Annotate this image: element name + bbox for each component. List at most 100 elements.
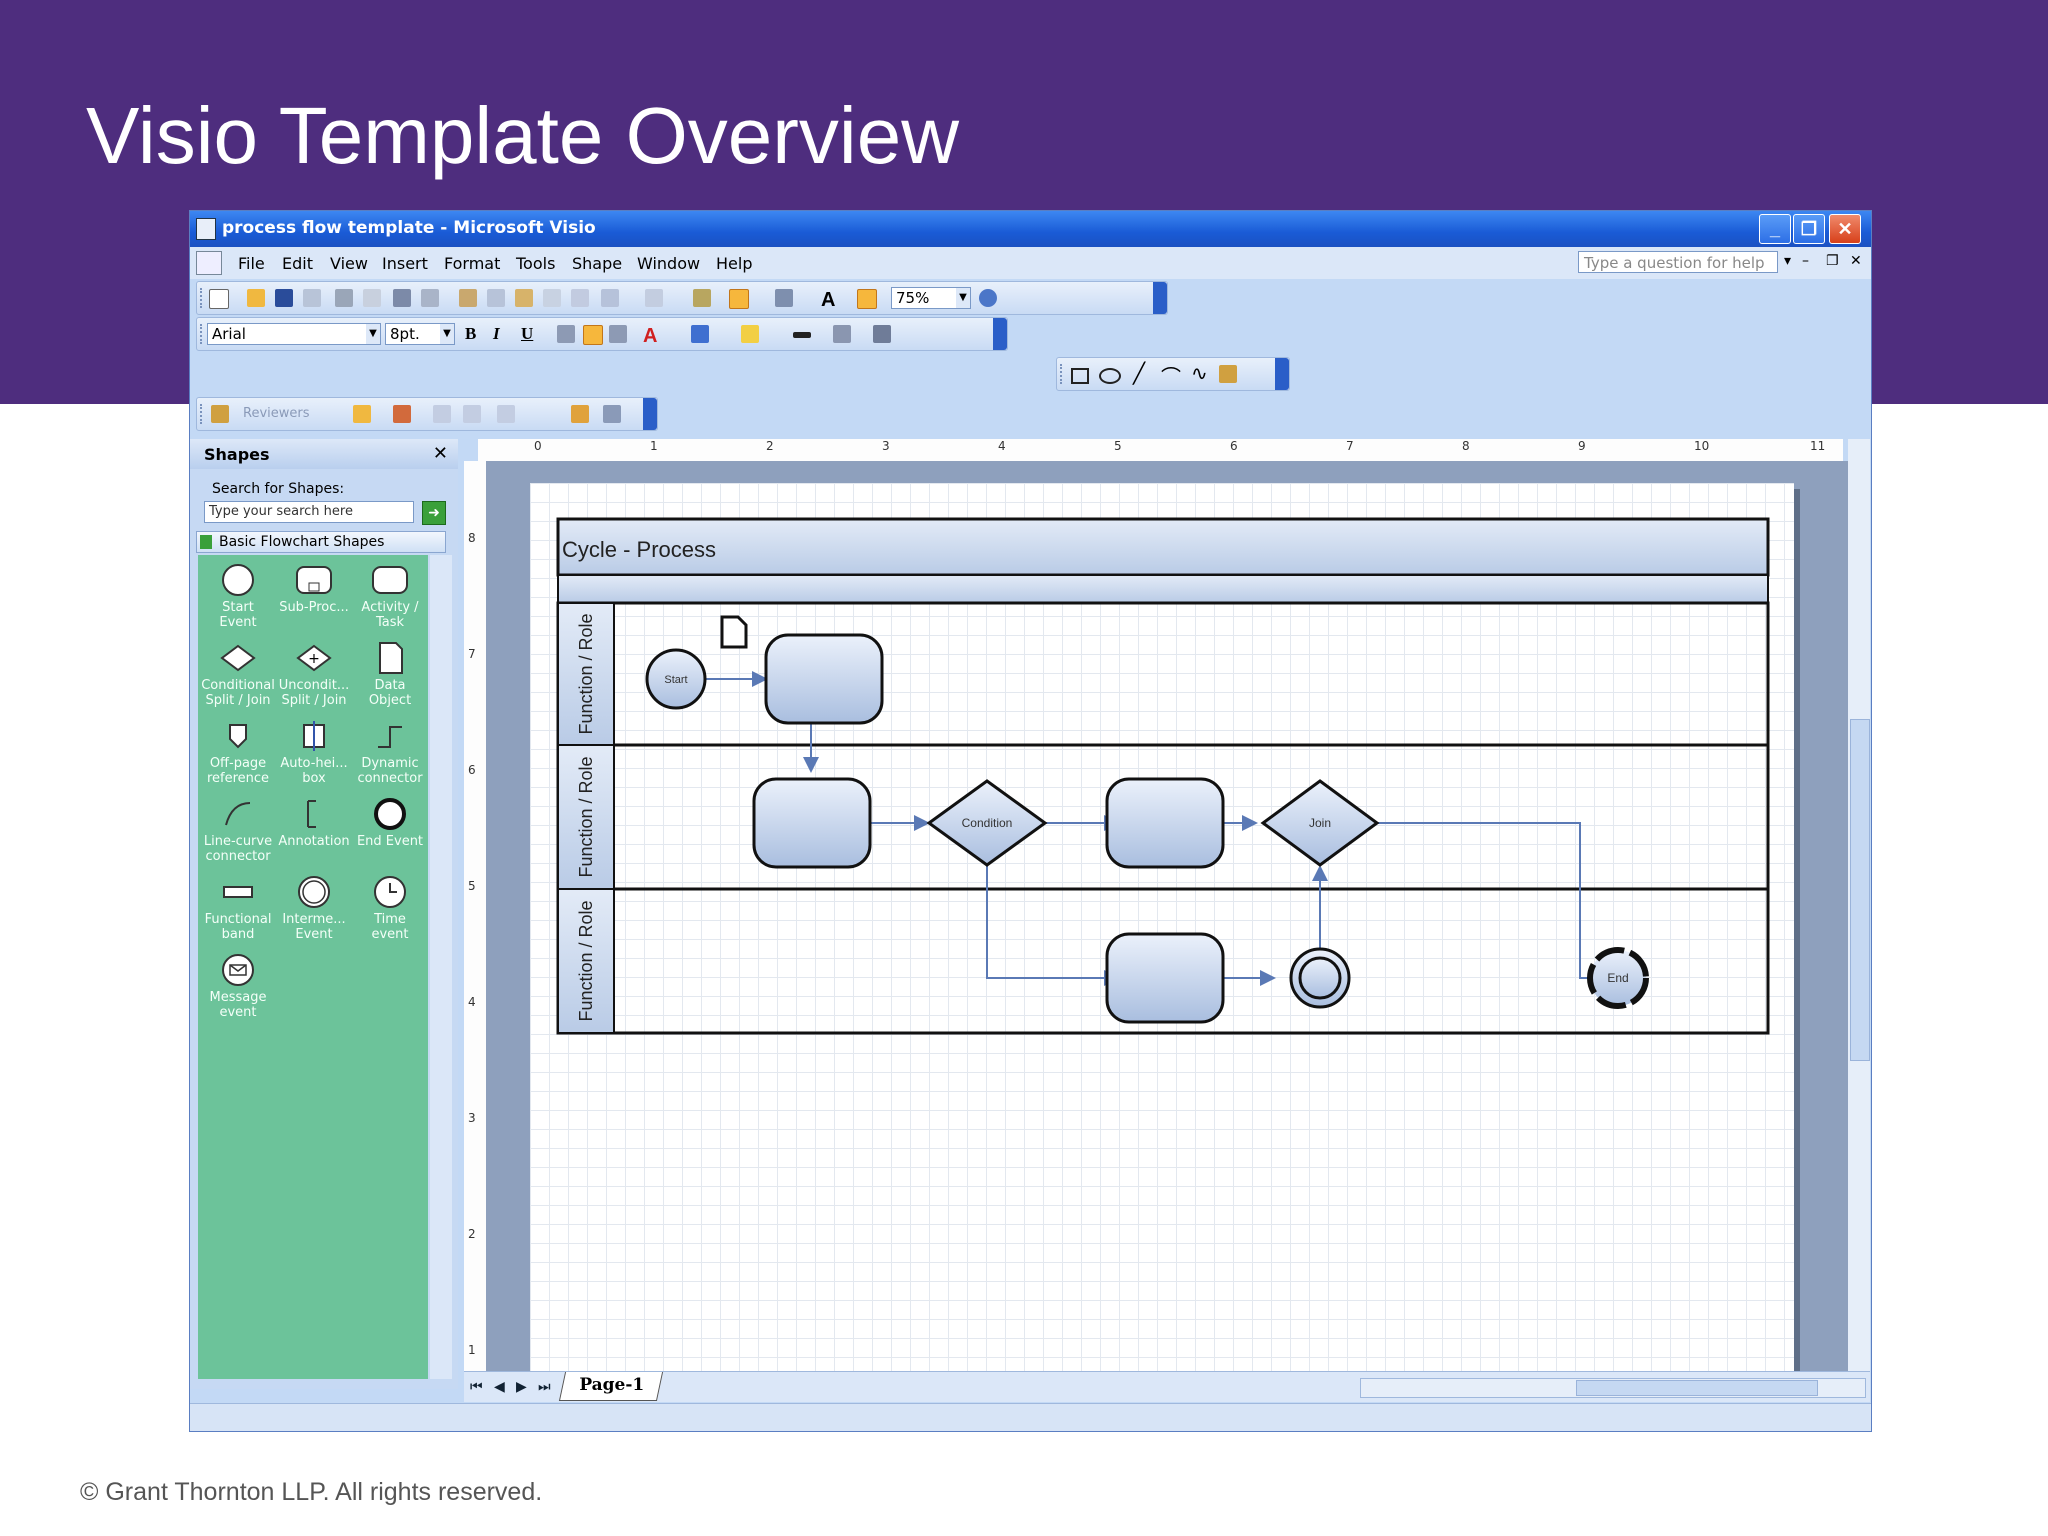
toolbar-options-icon[interactable]	[993, 318, 1007, 350]
master-line-curve-connector[interactable]: Line-curve connector	[198, 797, 278, 864]
master-end-event[interactable]: End Event	[350, 797, 430, 849]
line-ends-icon[interactable]	[873, 325, 891, 343]
toolbar-options-icon[interactable]	[1153, 282, 1167, 314]
menu-file[interactable]: File	[238, 254, 265, 273]
activity-task-shape[interactable]	[752, 777, 872, 869]
print-preview-icon[interactable]	[363, 289, 381, 307]
last-page-icon[interactable]: ⏭	[538, 1378, 551, 1395]
menu-shape[interactable]: Shape	[572, 254, 622, 273]
master-start-event[interactable]: Start Event	[198, 563, 278, 630]
cut-icon[interactable]	[459, 289, 477, 307]
master-time-event[interactable]: Time event	[350, 875, 430, 942]
doc-close-button[interactable]: ✕	[1850, 253, 1862, 269]
stencil-tab-basic-flowchart[interactable]: Basic Flowchart Shapes	[196, 531, 446, 553]
menu-tools[interactable]: Tools	[516, 254, 555, 273]
chevron-down-icon[interactable]: ▼	[366, 324, 380, 344]
bold-button[interactable]: B	[465, 324, 476, 344]
data-object-icon[interactable]	[720, 615, 748, 649]
title-bar[interactable]: process flow template - Microsoft Visio …	[190, 211, 1871, 247]
horizontal-ruler[interactable]: 0 1 2 3 4 5 6 7 8 9 10 11	[478, 439, 1843, 462]
ellipse-tool-icon[interactable]	[1099, 368, 1121, 384]
spelling-icon[interactable]	[393, 289, 411, 307]
master-dynamic-connector[interactable]: Dynamic connector	[350, 719, 430, 786]
master-off-page-reference[interactable]: Off-page reference	[198, 719, 278, 786]
align-center-icon[interactable]	[583, 325, 603, 345]
master-sub-process[interactable]: Sub-Proc...	[274, 563, 354, 615]
font-color-icon[interactable]: A	[643, 325, 661, 347]
menu-view[interactable]: View	[330, 254, 368, 273]
align-left-icon[interactable]	[557, 325, 575, 343]
line-tool-icon[interactable]: ╱	[1133, 361, 1151, 385]
activity-task-shape[interactable]	[1105, 932, 1225, 1024]
new-icon[interactable]	[209, 289, 229, 309]
connector-tool-icon[interactable]	[775, 289, 793, 307]
scroll-thumb[interactable]	[1850, 719, 1870, 1061]
markup-icon[interactable]	[211, 405, 229, 423]
toolbar-options-icon[interactable]	[643, 398, 657, 430]
diagram-header[interactable]	[556, 517, 1770, 577]
master-intermediate-event[interactable]: Interme... Event	[274, 875, 354, 942]
reviewing-pane-icon[interactable]	[603, 405, 621, 423]
redo-icon[interactable]	[645, 289, 663, 307]
insert-comment-icon[interactable]	[353, 405, 371, 423]
master-functional-band[interactable]: Functional band	[198, 875, 278, 942]
close-icon[interactable]: ✕	[433, 443, 448, 464]
master-data-object[interactable]: Data Object	[350, 641, 430, 708]
undo-icon[interactable]	[601, 289, 619, 307]
activity-task-shape[interactable]	[1105, 777, 1225, 869]
chevron-down-icon[interactable]: ▼	[440, 324, 454, 344]
menu-format[interactable]: Format	[444, 254, 500, 273]
document-icon[interactable]	[196, 251, 222, 275]
vertical-scrollbar[interactable]	[1848, 439, 1870, 1385]
doc-restore-button[interactable]: ❐	[1826, 253, 1839, 269]
reviewers-dropdown[interactable]: Reviewers	[243, 406, 310, 421]
hyperlink-icon[interactable]	[693, 289, 711, 307]
pencil-tool-icon[interactable]	[1219, 365, 1237, 383]
freeform-tool-icon[interactable]: ∿	[1191, 361, 1209, 385]
close-button[interactable]: ✕	[1829, 214, 1861, 244]
prev-page-icon[interactable]: ◀	[494, 1378, 505, 1395]
chevron-down-icon[interactable]: ▼	[956, 288, 970, 308]
arc-tool-icon[interactable]: ⌒	[1161, 361, 1181, 389]
delete-icon[interactable]	[543, 289, 561, 307]
research-icon[interactable]	[421, 289, 439, 307]
help-icon[interactable]	[979, 289, 997, 307]
master-conditional-split[interactable]: Conditional Split / Join	[198, 641, 278, 708]
text-tool-icon[interactable]: A	[821, 289, 839, 311]
master-auto-height-box[interactable]: Auto-hei... box	[274, 719, 354, 786]
open-icon[interactable]	[247, 289, 265, 307]
zoom-combo[interactable]: 75% ▼	[891, 287, 971, 309]
first-page-icon[interactable]: ⏮	[470, 1378, 483, 1395]
italic-button[interactable]: I	[493, 324, 500, 344]
print-icon[interactable]	[335, 289, 353, 307]
font-size-combo[interactable]: 8pt. ▼	[385, 323, 455, 345]
line-pattern-icon[interactable]	[833, 325, 851, 343]
page-tab[interactable]: Page-1	[558, 1372, 664, 1401]
toolbar-options-icon[interactable]	[1275, 358, 1289, 390]
copy-icon[interactable]	[487, 289, 505, 307]
horizontal-scrollbar[interactable]	[1360, 1378, 1866, 1398]
underline-button[interactable]: U	[521, 324, 533, 344]
vertical-ruler[interactable]: 8 7 6 5 4 3 2 1	[464, 461, 487, 1391]
rectangle-tool-icon[interactable]	[1071, 368, 1089, 384]
align-right-icon[interactable]	[609, 325, 627, 343]
line-color-icon[interactable]	[691, 325, 709, 343]
master-message-event[interactable]: Message event	[198, 953, 278, 1020]
format-painter-icon[interactable]	[571, 289, 589, 307]
pointer-tool-icon[interactable]	[729, 289, 749, 309]
track-changes-icon[interactable]	[571, 405, 589, 423]
master-unconditional-split[interactable]: + Uncondit... Split / Join	[274, 641, 354, 708]
next-page-icon[interactable]: ▶	[516, 1378, 527, 1395]
help-dropdown-icon[interactable]: ▾	[1784, 253, 1791, 269]
menu-edit[interactable]: Edit	[282, 254, 313, 273]
menu-window[interactable]: Window	[637, 254, 700, 273]
master-activity-task[interactable]: Activity / Task	[350, 563, 430, 630]
menu-insert[interactable]: Insert	[382, 254, 428, 273]
menu-help[interactable]: Help	[716, 254, 752, 273]
master-annotation[interactable]: Annotation	[274, 797, 354, 849]
help-question-box[interactable]: Type a question for help	[1578, 251, 1778, 273]
connector[interactable]	[986, 864, 1120, 986]
scroll-thumb[interactable]	[1576, 1380, 1818, 1396]
accept-change-icon[interactable]	[497, 405, 515, 423]
minimize-button[interactable]: _	[1759, 214, 1791, 244]
